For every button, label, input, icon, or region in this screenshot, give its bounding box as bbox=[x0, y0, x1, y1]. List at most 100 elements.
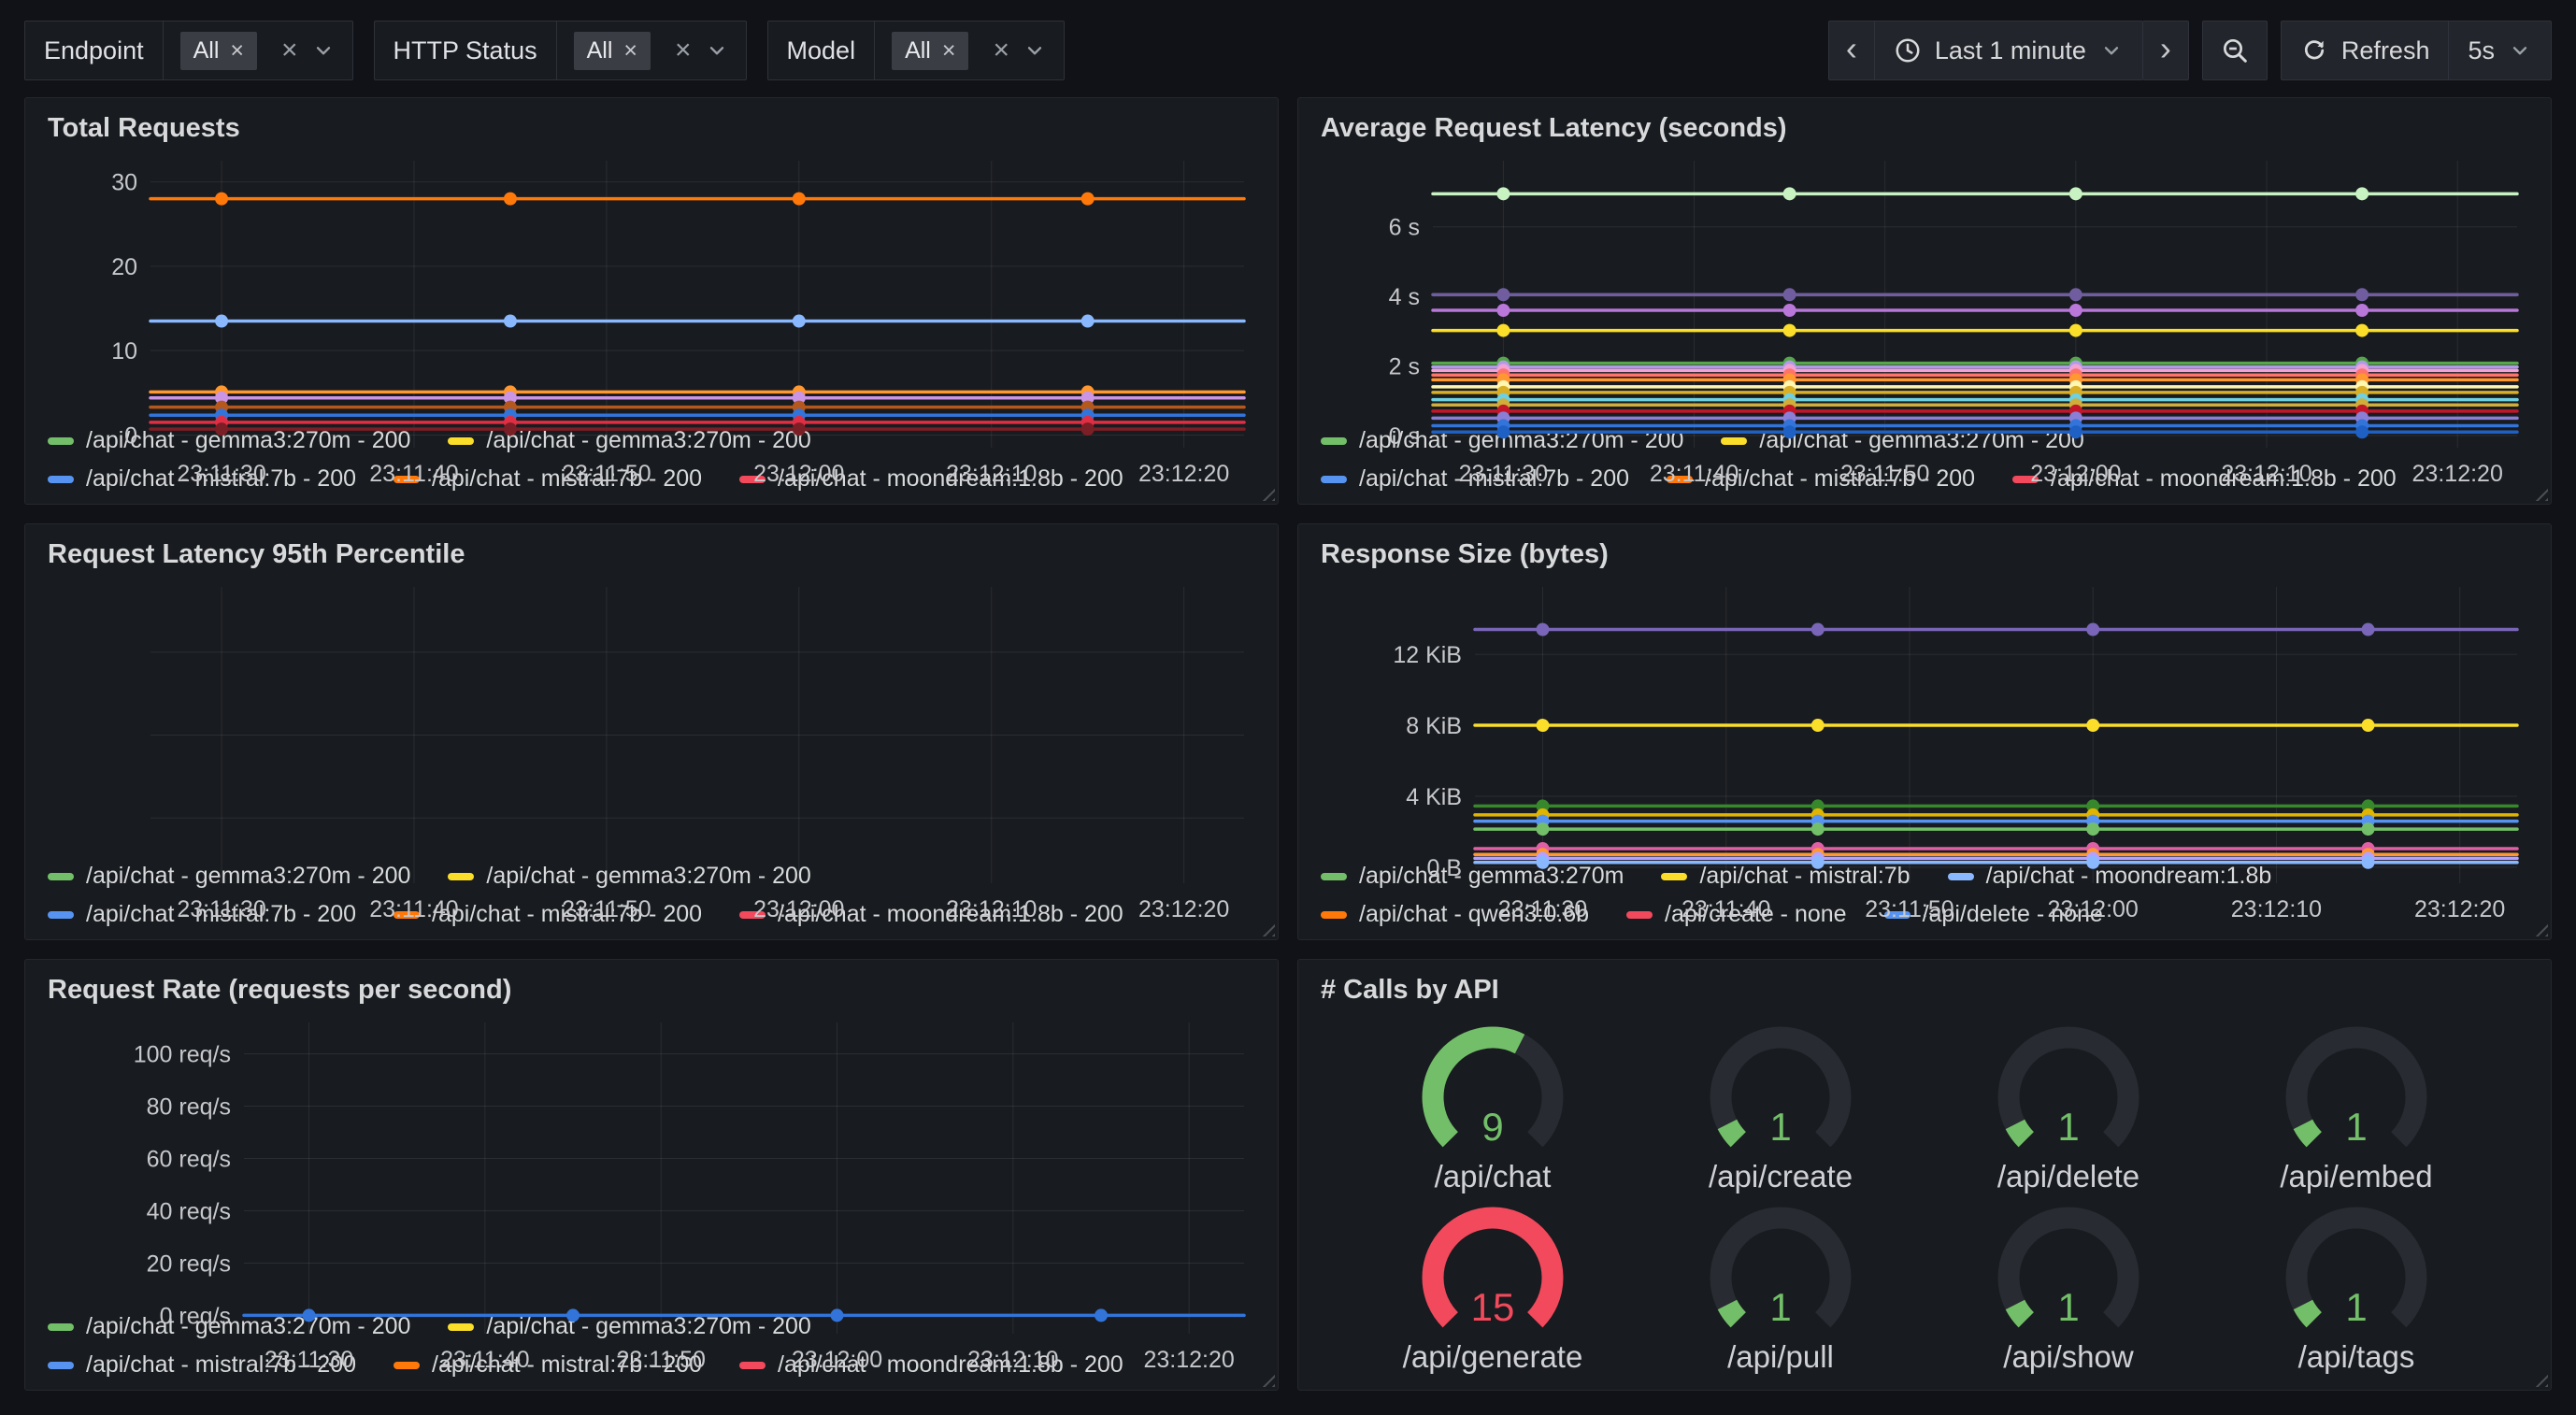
time-range-button[interactable]: Last 1 minute bbox=[1875, 21, 2143, 80]
svg-text:23:12:20: 23:12:20 bbox=[1138, 461, 1229, 487]
gauge-label: /api/tags bbox=[2298, 1339, 2415, 1375]
filter-model: ModelAll×× bbox=[767, 21, 1065, 80]
gauge-value: 9 bbox=[1481, 1105, 1503, 1149]
refresh-group: Refresh 5s bbox=[2281, 21, 2552, 80]
gauge-apigenerate: 15/api/generate bbox=[1390, 1199, 1596, 1375]
timeseries-chart[interactable]: 23:11:3023:11:4023:11:5023:12:0023:12:10… bbox=[48, 1011, 1255, 1300]
refresh-interval-label: 5s bbox=[2468, 36, 2495, 65]
gauge-grid: 9/api/chat1/api/create1/api/delete1/api/… bbox=[1321, 1011, 2528, 1379]
filter-chip[interactable]: All× bbox=[574, 32, 651, 70]
gauge-label: /api/generate bbox=[1403, 1339, 1583, 1375]
remove-value-icon[interactable]: × bbox=[230, 39, 244, 63]
timeseries-chart[interactable]: 23:11:3023:11:4023:11:5023:12:0023:12:10… bbox=[1321, 576, 2528, 850]
panel-total-requests: Total Requests 23:11:3023:11:4023:11:502… bbox=[24, 97, 1279, 505]
chevron-down-icon[interactable] bbox=[311, 38, 336, 63]
gauge-apicreate: 1/api/create bbox=[1678, 1019, 1883, 1194]
svg-text:80 req/s: 80 req/s bbox=[147, 1094, 231, 1121]
filter-value-picker[interactable]: All×× bbox=[557, 21, 746, 79]
panel-resize-handle[interactable] bbox=[2529, 918, 2548, 936]
panel-resize-handle[interactable] bbox=[2529, 1368, 2548, 1387]
svg-text:10: 10 bbox=[111, 338, 137, 364]
panel-resize-handle[interactable] bbox=[1256, 918, 1275, 936]
svg-text:23:12:00: 23:12:00 bbox=[792, 1347, 882, 1373]
zoom-out-button[interactable] bbox=[2202, 21, 2268, 80]
svg-text:23:12:10: 23:12:10 bbox=[2221, 461, 2311, 487]
panel-title[interactable]: Request Latency 95th Percentile bbox=[48, 539, 1255, 570]
gauge-apishow: 1/api/show bbox=[1966, 1199, 2171, 1375]
panel-title[interactable]: Total Requests bbox=[48, 113, 1255, 144]
svg-text:60 req/s: 60 req/s bbox=[147, 1147, 231, 1173]
chevron-down-icon bbox=[2099, 38, 2124, 63]
svg-text:8 KiB: 8 KiB bbox=[1406, 713, 1462, 739]
panel-title[interactable]: Average Request Latency (seconds) bbox=[1321, 113, 2528, 144]
svg-text:23:11:40: 23:11:40 bbox=[1682, 896, 1770, 922]
refresh-label: Refresh bbox=[2341, 36, 2430, 65]
svg-text:23:12:00: 23:12:00 bbox=[753, 461, 844, 487]
panel-avg-latency: Average Request Latency (seconds) 23:11:… bbox=[1297, 97, 2552, 505]
svg-text:0 B: 0 B bbox=[1426, 855, 1462, 881]
clock-icon bbox=[1894, 36, 1922, 64]
gauge-apiembed: 1/api/embed bbox=[2254, 1019, 2459, 1194]
timeseries-chart[interactable]: 23:11:3023:11:4023:11:5023:12:0023:12:10… bbox=[48, 576, 1255, 850]
gauge-label: /api/delete bbox=[1997, 1159, 2140, 1194]
chevron-down-icon bbox=[2508, 38, 2532, 63]
clear-filter-icon[interactable]: × bbox=[675, 36, 692, 64]
remove-value-icon[interactable]: × bbox=[623, 39, 637, 63]
clear-filter-icon[interactable]: × bbox=[281, 36, 298, 64]
gauge-value: 1 bbox=[2345, 1105, 2367, 1149]
svg-text:0 s: 0 s bbox=[1389, 423, 1420, 450]
svg-text:23:11:30: 23:11:30 bbox=[265, 1347, 353, 1373]
svg-text:23:11:50: 23:11:50 bbox=[1840, 461, 1929, 487]
svg-text:0: 0 bbox=[124, 422, 137, 449]
filter-chip-label: All bbox=[193, 37, 220, 64]
svg-text:23:12:20: 23:12:20 bbox=[1138, 896, 1229, 922]
panel-resize-handle[interactable] bbox=[1256, 1368, 1275, 1387]
filter-value-picker[interactable]: All × × bbox=[164, 21, 352, 79]
panel-title[interactable]: # Calls by API bbox=[1321, 975, 2528, 1006]
gauge-value: 15 bbox=[1471, 1285, 1515, 1329]
remove-value-icon[interactable]: × bbox=[942, 39, 956, 63]
panel-request-rate: Request Rate (requests per second) 23:11… bbox=[24, 959, 1279, 1391]
panel-title[interactable]: Request Rate (requests per second) bbox=[48, 975, 1255, 1006]
time-range-label: Last 1 minute bbox=[1935, 36, 2086, 65]
svg-text:23:12:00: 23:12:00 bbox=[753, 896, 844, 922]
filter-value-picker[interactable]: All × × bbox=[875, 21, 1064, 79]
filter-chip[interactable]: All × bbox=[180, 32, 257, 70]
gauge-value: 1 bbox=[2057, 1285, 2079, 1329]
svg-text:20: 20 bbox=[111, 254, 137, 280]
gauge-value: 1 bbox=[2345, 1285, 2367, 1329]
svg-text:2 s: 2 s bbox=[1389, 354, 1420, 380]
gauge-value: 1 bbox=[2057, 1105, 2079, 1149]
refresh-button[interactable]: Refresh bbox=[2281, 21, 2450, 80]
panel-resize-handle[interactable] bbox=[2529, 482, 2548, 501]
panel-calls-by-api: # Calls by API 9/api/chat1/api/create1/a… bbox=[1297, 959, 2552, 1391]
gauge-label: /api/show bbox=[2003, 1339, 2133, 1375]
filter-bar: EndpointAll××HTTP StatusAll××ModelAll×× bbox=[24, 21, 1065, 80]
timeseries-chart[interactable]: 23:11:3023:11:4023:11:5023:12:0023:12:10… bbox=[48, 150, 1255, 414]
filter-endpoint: EndpointAll×× bbox=[24, 21, 353, 80]
clear-filter-icon[interactable]: × bbox=[993, 36, 1009, 64]
magnifier-minus-icon bbox=[2220, 36, 2250, 65]
chevron-down-icon[interactable] bbox=[1023, 38, 1047, 63]
angle-left-icon: ‹ bbox=[1846, 32, 1857, 69]
timeseries-chart[interactable]: 23:11:3023:11:4023:11:5023:12:0023:12:10… bbox=[1321, 150, 2528, 414]
svg-text:23:12:00: 23:12:00 bbox=[2048, 896, 2139, 922]
panel-resize-handle[interactable] bbox=[1256, 482, 1275, 501]
time-forward-button[interactable]: › bbox=[2143, 21, 2189, 80]
svg-text:23:12:20: 23:12:20 bbox=[1143, 1347, 1234, 1373]
angle-right-icon: › bbox=[2160, 32, 2171, 69]
filter-chip-label: All bbox=[905, 37, 931, 64]
refresh-icon bbox=[2300, 36, 2328, 64]
time-back-button[interactable]: ‹ bbox=[1828, 21, 1875, 80]
panel-p95-latency: Request Latency 95th Percentile 23:11:30… bbox=[24, 523, 1279, 940]
svg-text:23:11:40: 23:11:40 bbox=[369, 461, 458, 487]
svg-text:23:12:10: 23:12:10 bbox=[2231, 896, 2322, 922]
gauge-apitags: 1/api/tags bbox=[2254, 1199, 2459, 1375]
time-range-group: ‹ Last 1 minute › bbox=[1828, 21, 2189, 80]
refresh-interval-button[interactable]: 5s bbox=[2449, 21, 2552, 80]
panel-title[interactable]: Response Size (bytes) bbox=[1321, 539, 2528, 570]
svg-text:23:11:30: 23:11:30 bbox=[177, 896, 265, 922]
filter-chip[interactable]: All × bbox=[892, 32, 968, 70]
svg-text:23:11:50: 23:11:50 bbox=[616, 1347, 705, 1373]
chevron-down-icon[interactable] bbox=[705, 38, 729, 63]
